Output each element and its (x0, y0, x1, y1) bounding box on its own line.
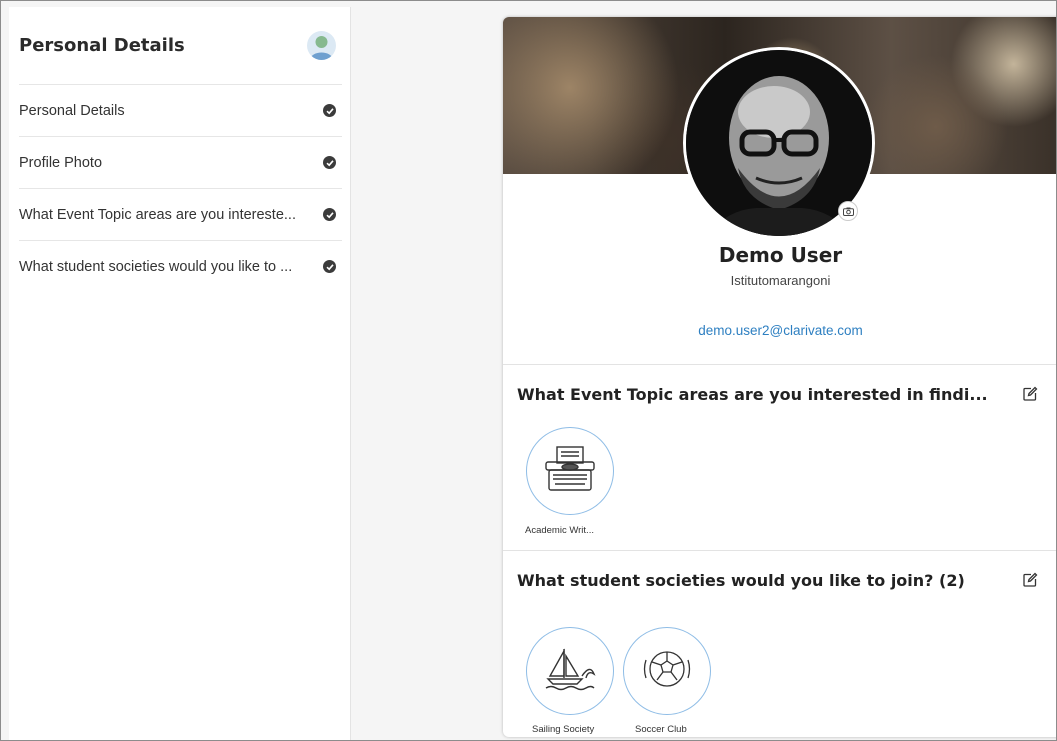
edit-icon[interactable] (1022, 572, 1038, 588)
section-title: What student societies would you like to… (517, 571, 965, 590)
sidebar-item-label: What Event Topic areas are you intereste… (19, 206, 296, 223)
society-item-sailing[interactable] (526, 627, 614, 715)
profile-card: Demo User Istitutomarangoni demo.user2@c… (503, 17, 1056, 737)
user-organization: Istitutomarangoni (730, 273, 831, 288)
event-topics-section: What Event Topic areas are you intereste… (503, 364, 1056, 550)
sidebar-header: Personal Details (9, 7, 350, 84)
edit-icon[interactable] (1022, 386, 1038, 402)
topic-item-academic-writing[interactable] (526, 427, 614, 515)
sidebar-item-profile-photo[interactable]: Profile Photo (19, 136, 342, 188)
user-name: Demo User (718, 243, 843, 267)
sidebar-item-event-topics[interactable]: What Event Topic areas are you intereste… (19, 188, 342, 240)
soccer-ball-icon (640, 646, 694, 697)
sailboat-icon (542, 646, 598, 697)
camera-icon[interactable] (838, 201, 858, 221)
sidebar-item-personal-details[interactable]: Personal Details (19, 84, 342, 136)
sidebar-item-label: What student societies would you like to… (19, 258, 293, 275)
user-email-link[interactable]: demo.user2@clarivate.com (503, 323, 1056, 338)
section-title: What Event Topic areas are you intereste… (517, 385, 988, 404)
topic-item-label: Academic Writ... (525, 525, 594, 536)
check-icon (323, 156, 336, 169)
app-frame: Personal Details Personal Details Profil… (0, 0, 1057, 741)
avatar-icon (307, 31, 336, 60)
check-icon (323, 208, 336, 221)
sidebar-title: Personal Details (19, 35, 185, 56)
typewriter-icon (543, 444, 597, 499)
student-societies-section: What student societies would you like to… (503, 550, 1056, 737)
society-item-label: Soccer Club (635, 724, 687, 735)
sidebar-list: Personal Details Profile Photo What Even… (9, 84, 350, 292)
sidebar-item-student-societies[interactable]: What student societies would you like to… (19, 240, 342, 292)
sidebar-item-label: Profile Photo (19, 154, 103, 171)
society-item-label: Sailing Society (532, 724, 595, 735)
society-item-soccer[interactable] (623, 627, 711, 715)
check-icon (323, 260, 336, 273)
sidebar-item-label: Personal Details (19, 102, 125, 119)
check-icon (323, 104, 336, 117)
sidebar: Personal Details Personal Details Profil… (9, 7, 351, 740)
